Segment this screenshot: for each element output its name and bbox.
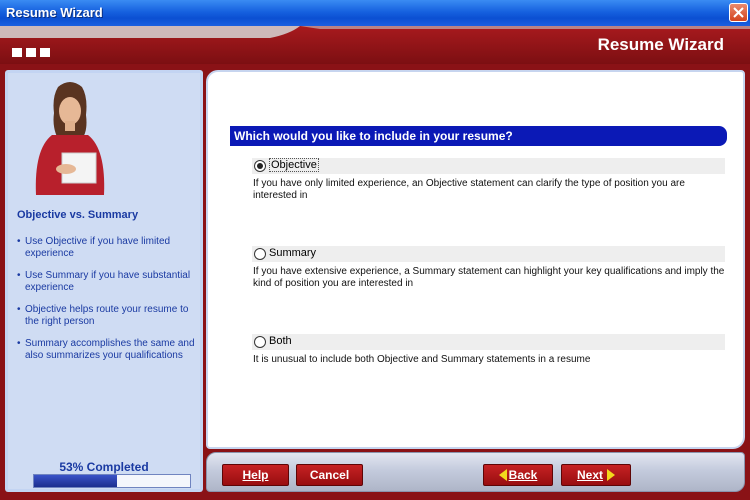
- radio-both[interactable]: [254, 336, 266, 348]
- woman-portrait-image: [22, 77, 118, 195]
- radio-objective[interactable]: [254, 160, 266, 172]
- progress-label: 53% Completed: [59, 460, 149, 474]
- option-description: It is unusual to include both Objective …: [253, 354, 591, 365]
- progress-bar: [33, 474, 191, 488]
- option-row[interactable]: Both: [252, 334, 725, 350]
- option-label-summary[interactable]: Summary: [269, 247, 316, 259]
- tips-list: Use Objective if you have limited experi…: [17, 236, 202, 372]
- tip-item: Objective helps route your resume to the…: [17, 304, 202, 328]
- help-button[interactable]: Help: [222, 464, 289, 486]
- close-icon: [733, 7, 744, 18]
- main-panel: Which would you like to include in your …: [206, 70, 745, 449]
- sidebar-title: Objective vs. Summary: [17, 209, 139, 221]
- sidebar: Objective vs. Summary Use Objective if y…: [5, 70, 203, 492]
- progress-fill: [34, 475, 117, 487]
- header-title: Resume Wizard: [597, 35, 724, 54]
- tip-item: Use Objective if you have limited experi…: [17, 236, 202, 260]
- help-button-label: Help: [242, 468, 269, 482]
- option-label-objective[interactable]: Objective: [269, 158, 319, 172]
- option-summary[interactable]: Summary If you have extensive experience…: [252, 246, 725, 290]
- option-description: If you have only limited experience, an …: [253, 178, 685, 201]
- back-button-label: Back: [508, 468, 538, 482]
- tip-item: Use Summary if you have substantial expe…: [17, 270, 202, 294]
- next-button-label: Next: [576, 468, 603, 482]
- option-label-both[interactable]: Both: [269, 335, 292, 347]
- window-title: Resume Wizard: [6, 5, 103, 20]
- next-button[interactable]: Next: [561, 464, 631, 486]
- option-description: If you have extensive experience, a Summ…: [253, 266, 725, 289]
- option-objective[interactable]: Objective If you have only limited exper…: [252, 158, 725, 202]
- sidebar-inner: Objective vs. Summary Use Objective if y…: [8, 73, 200, 489]
- option-row[interactable]: Summary: [252, 246, 725, 262]
- squares-icon: [12, 44, 54, 62]
- arrow-left-icon: [498, 468, 507, 481]
- question-header: Which would you like to include in your …: [230, 126, 727, 146]
- wizard-header: Resume Wizard: [0, 26, 750, 64]
- tip-item: Summary accomplishes the same and also s…: [17, 338, 202, 362]
- cancel-button[interactable]: Cancel: [296, 464, 363, 486]
- back-button[interactable]: Back: [483, 464, 553, 486]
- option-both[interactable]: Both It is unusual to include both Objec…: [252, 334, 725, 366]
- cancel-button-label: Cancel: [309, 468, 350, 482]
- close-button[interactable]: [729, 3, 748, 22]
- arrow-right-icon: [607, 468, 615, 481]
- button-bar: Help Cancel Back Next: [206, 452, 745, 492]
- radio-summary[interactable]: [254, 248, 266, 260]
- option-row[interactable]: Objective: [252, 158, 725, 174]
- window-titlebar: Resume Wizard: [0, 0, 750, 26]
